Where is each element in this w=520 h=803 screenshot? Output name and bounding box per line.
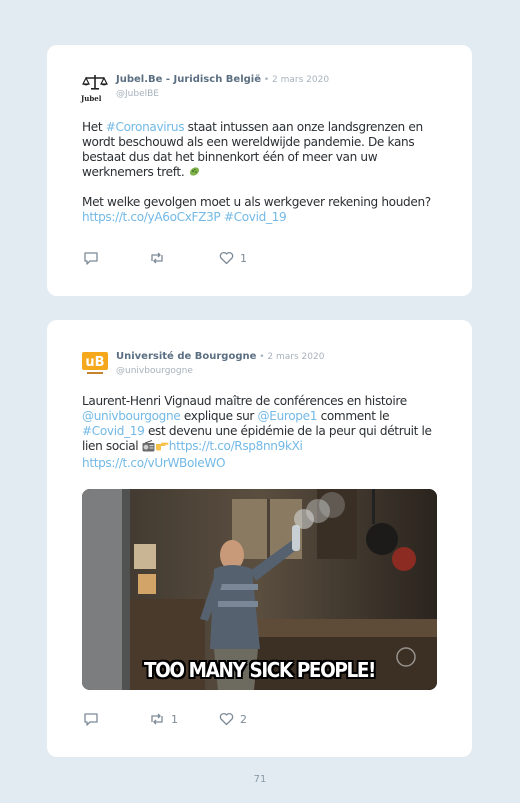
author-name[interactable]: Jubel.Be - Juridisch België	[116, 74, 261, 85]
url-link[interactable]: https://t.co/yA6oCxFZ3P	[82, 210, 221, 224]
retweet-button[interactable]: 1	[149, 712, 178, 726]
mention-link[interactable]: @Europe1	[258, 409, 318, 423]
reply-button[interactable]	[83, 251, 105, 265]
page-number: 71	[253, 774, 267, 785]
tweet-header: uB Université de Bourgogne • 2 mars 2020…	[81, 348, 441, 384]
tweet-card: uB Université de Bourgogne • 2 mars 2020…	[47, 320, 472, 757]
text-segment: explique sur	[180, 409, 258, 423]
tweet-card: Jubel Jubel.Be - Juridisch België • 2 ma…	[47, 45, 472, 296]
radio-icon	[142, 440, 155, 456]
avatar[interactable]: uB	[81, 350, 109, 378]
hashtag-link[interactable]: #Covid_19	[82, 424, 145, 438]
like-button[interactable]: 1	[219, 251, 247, 265]
text-segment: Laurent-Henri Vignaud maître de conféren…	[82, 394, 407, 408]
text-segment: Het	[82, 120, 106, 134]
author-handle[interactable]: @univbourgogne	[116, 366, 193, 376]
avatar-label: Jubel	[81, 94, 102, 103]
like-button[interactable]: 2	[219, 712, 247, 726]
mention-link[interactable]: @univbourgogne	[82, 409, 181, 423]
text-segment: comment le	[317, 409, 390, 423]
reply-icon	[84, 252, 98, 265]
url-link[interactable]: https://t.co/Rsp8nn9kXi	[169, 439, 303, 453]
tweet-date[interactable]: 2 mars 2020	[267, 352, 324, 362]
retweet-icon	[151, 713, 163, 725]
avatar-label: uB	[85, 355, 104, 370]
author-line: Jubel.Be - Juridisch België • 2 mars 202…	[116, 74, 329, 85]
text-segment: Met welke gevolgen moet u als werkgever …	[82, 195, 431, 209]
reply-button[interactable]	[83, 712, 105, 726]
heart-icon	[219, 251, 234, 265]
tweet-actions: 1	[83, 251, 383, 269]
microbe-icon	[188, 165, 201, 182]
tweet-media-gif[interactable]: TOO MANY SICK PEOPLE!	[82, 489, 437, 690]
gif-caption: TOO MANY SICK PEOPLE!	[143, 658, 376, 682]
retweet-icon	[151, 252, 163, 264]
author-handle[interactable]: @JubelBE	[116, 89, 159, 99]
pointing-hand-icon	[155, 440, 169, 455]
author-name[interactable]: Université de Bourgogne	[116, 351, 256, 362]
separator: •	[261, 75, 273, 85]
ub-logo-icon: uB	[82, 352, 108, 374]
reply-icon	[84, 713, 98, 726]
tweet-header: Jubel Jubel.Be - Juridisch België • 2 ma…	[81, 71, 441, 107]
retweet-button[interactable]	[149, 251, 171, 265]
tweet-date[interactable]: 2 mars 2020	[272, 75, 329, 85]
like-count: 1	[240, 251, 247, 265]
url-link[interactable]: https://t.co/vUrWBoIeWO	[82, 456, 225, 470]
tweet-text: Het #Coronavirus staat intussen aan onze…	[82, 120, 442, 182]
author-line: Université de Bourgogne • 2 mars 2020	[116, 351, 324, 362]
like-count: 2	[240, 712, 247, 726]
heart-icon	[219, 712, 234, 726]
separator: •	[256, 352, 268, 362]
tweet-text: Laurent-Henri Vignaud maître de conféren…	[82, 394, 442, 471]
hashtag-link[interactable]: #Covid_19	[220, 210, 287, 224]
hashtag-link[interactable]: #Coronavirus	[106, 120, 185, 134]
tweet-text-continued: Met welke gevolgen moet u als werkgever …	[82, 195, 442, 225]
avatar[interactable]: Jubel	[81, 73, 109, 103]
retweet-count: 1	[171, 712, 178, 726]
tweet-actions: 1 2	[83, 712, 383, 730]
